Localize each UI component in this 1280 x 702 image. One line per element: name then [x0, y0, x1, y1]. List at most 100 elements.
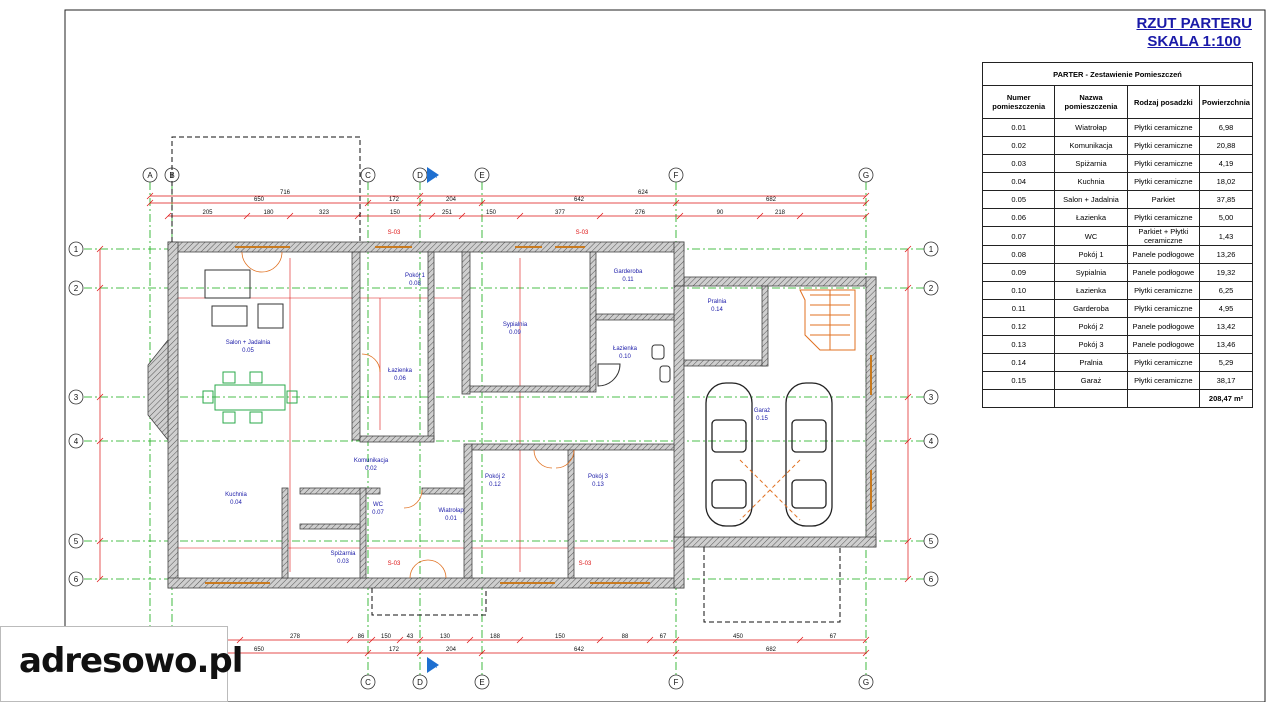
section-mark-label: S-03 — [388, 230, 401, 236]
axis-label: A — [147, 171, 153, 180]
section-mark-label: S-03 — [388, 561, 401, 567]
axis-label: 2 — [74, 284, 79, 293]
dimension-label: 204 — [446, 197, 457, 203]
dimension-label: 150 — [486, 210, 497, 216]
cell-number: 0.07 — [981, 226, 1056, 246]
cell-name: Komunikacja — [1054, 136, 1128, 155]
room-number: 0.15 — [756, 416, 768, 422]
dimension-label: 276 — [635, 210, 646, 216]
dimension-label: 205 — [202, 210, 213, 216]
dimension-label: 172 — [389, 647, 400, 653]
dimension-label: 172 — [389, 197, 400, 203]
cell-area: 20,88 — [1199, 136, 1253, 155]
cell-name: Kuchnia — [1054, 172, 1128, 191]
cell-name: Łazienka — [1054, 281, 1128, 300]
axis-label: G — [863, 171, 869, 180]
cell-area: 37,85 — [1199, 190, 1253, 209]
table-body: 0.01 Wiatrołap Płytki ceramiczne 6,98 0.02 Ko… — [981, 118, 1253, 390]
table-row: 0.07 WC Parkiet + Płytki ceramiczne 1,43 — [981, 226, 1253, 246]
dimension-label: 682 — [766, 647, 777, 653]
room-number: 0.14 — [711, 307, 723, 313]
cell-area: 13,26 — [1199, 245, 1253, 264]
total-empty-cell — [981, 389, 1056, 408]
cell-floor: Płytki ceramiczne — [1126, 353, 1201, 372]
section-mark-label: S-03 — [579, 561, 592, 567]
cell-number: 0.08 — [981, 245, 1056, 264]
axis-label: 3 — [929, 393, 934, 402]
dimension-label: 642 — [574, 197, 585, 203]
cell-number: 0.12 — [981, 317, 1056, 336]
cell-name: Sypialnia — [1054, 263, 1128, 282]
room-name: Łazienka — [388, 368, 413, 374]
cell-area: 18,02 — [1199, 172, 1253, 191]
dimension-label: 150 — [381, 634, 392, 640]
axis-label: D — [417, 171, 423, 180]
axis-label: 4 — [74, 437, 79, 446]
room-number: 0.08 — [409, 281, 421, 287]
room-name: Komunikacja — [354, 458, 389, 464]
dimension-label: 682 — [766, 197, 777, 203]
table-row: 0.06 Łazienka Płytki ceramiczne 5,00 — [981, 208, 1253, 227]
axis-label: 1 — [929, 245, 934, 254]
room-number: 0.07 — [372, 510, 384, 516]
axis-label: 5 — [929, 537, 934, 546]
room-name: Sypialnia — [503, 322, 528, 328]
cell-floor: Panele podłogowe — [1126, 317, 1201, 336]
bay-window — [147, 338, 169, 442]
section-arrow-label: A — [433, 664, 437, 670]
cell-floor: Parkiet — [1126, 190, 1201, 209]
dimension-label: 150 — [555, 634, 566, 640]
cell-floor: Płytki ceramiczne — [1126, 281, 1201, 300]
cell-number: 0.05 — [981, 190, 1056, 209]
room-number: 0.04 — [230, 500, 242, 506]
total-empty-cell — [1054, 389, 1128, 408]
table-row: 0.10 Łazienka Płytki ceramiczne 6,25 — [981, 281, 1253, 300]
axis-label: E — [479, 678, 484, 687]
axis-label: F — [674, 678, 679, 687]
title-line-1: RZUT PARTERU — [1136, 15, 1252, 32]
cell-name: Salon + Jadalnia — [1054, 190, 1128, 209]
cell-name: Pokój 1 — [1054, 245, 1128, 264]
axis-label: E — [479, 171, 484, 180]
axis-label: 3 — [74, 393, 79, 402]
sofa — [204, 269, 284, 329]
cell-floor: Płytki ceramiczne — [1126, 371, 1201, 390]
dimension-label: 180 — [263, 210, 274, 216]
dimension-label: 150 — [390, 210, 401, 216]
cell-floor: Płytki ceramiczne — [1126, 118, 1201, 137]
cell-number: 0.10 — [981, 281, 1056, 300]
room-number: 0.13 — [592, 482, 604, 488]
room-number: 0.05 — [242, 348, 254, 354]
cell-area: 38,17 — [1199, 371, 1253, 390]
cell-name: Garderoba — [1054, 299, 1128, 318]
axis-label: 4 — [929, 437, 934, 446]
table-row: 0.03 Spiżarnia Płytki ceramiczne 4,19 — [981, 154, 1253, 173]
cell-floor: Panele podłogowe — [1126, 263, 1201, 282]
dimension-label: 278 — [290, 634, 301, 640]
cell-area: 19,32 — [1199, 263, 1253, 282]
cell-area: 4,19 — [1199, 154, 1253, 173]
room-name: WC — [373, 502, 384, 508]
table-row: 0.05 Salon + Jadalnia Parkiet 37,85 — [981, 190, 1253, 209]
cell-floor: Parkiet + Płytki ceramiczne — [1126, 226, 1201, 246]
logo-text: adresowo.pl — [19, 641, 243, 681]
dimension-label: 130 — [440, 634, 451, 640]
table-row: 0.11 Garderoba Płytki ceramiczne 4,95 — [981, 299, 1253, 318]
cell-floor: Płytki ceramiczne — [1126, 208, 1201, 227]
room-schedule-table: PARTER - Zestawienie Pomieszczeń Numer p… — [981, 62, 1253, 408]
dimension-label: 624 — [638, 190, 649, 196]
axis-label: 6 — [929, 575, 934, 584]
dimension-label: 218 — [775, 210, 786, 216]
dimension-label: 650 — [254, 647, 265, 653]
logo-badge: adresowo.pl — [0, 626, 243, 702]
cell-number: 0.04 — [981, 172, 1056, 191]
cell-area: 6,25 — [1199, 281, 1253, 300]
axis-label: D — [417, 678, 423, 687]
room-name: Garaż — [754, 408, 770, 414]
cell-number: 0.03 — [981, 154, 1056, 173]
cell-floor: Płytki ceramiczne — [1126, 136, 1201, 155]
cell-number: 0.13 — [981, 335, 1056, 354]
room-name: Pokój 3 — [588, 474, 609, 480]
axis-label: C — [365, 171, 371, 180]
dimension-label: 716 — [280, 190, 291, 196]
